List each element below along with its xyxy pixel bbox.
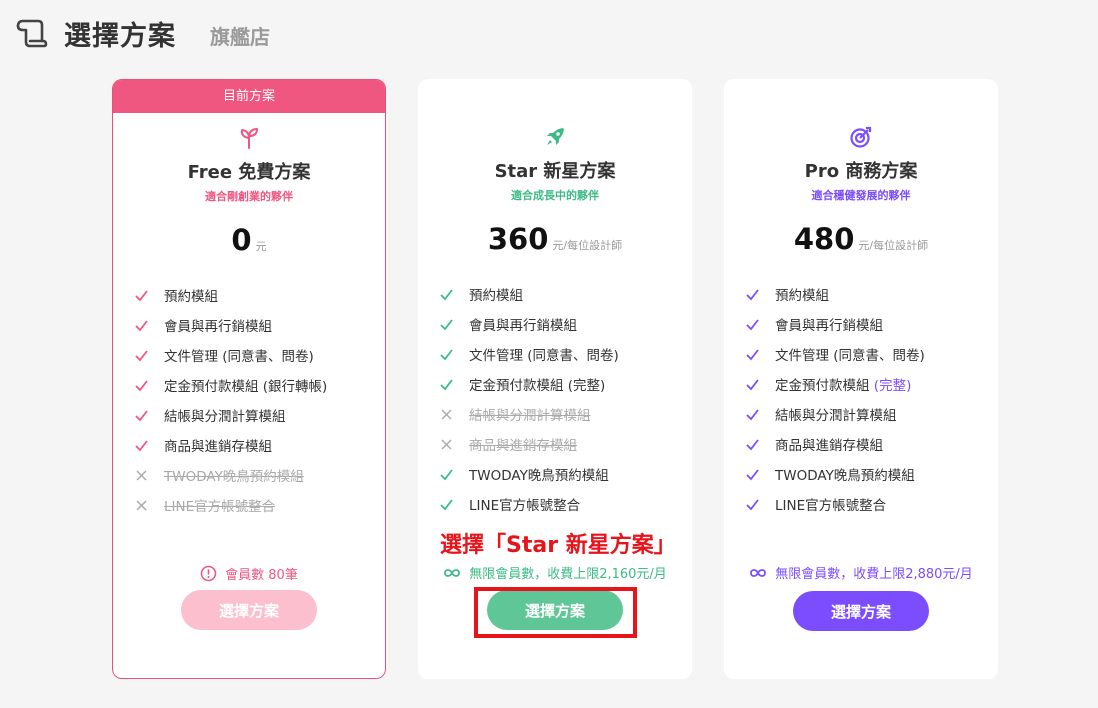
page-title: 選擇方案 <box>64 20 176 52</box>
price-value: 480 <box>793 222 855 256</box>
feature-list: 預約模組 會員與再行銷模組 文件管理 (同意書、問卷) 定金預付款模組 (完整)… <box>438 279 678 519</box>
select-plan-button-pro[interactable]: 選擇方案 <box>793 591 929 631</box>
feature-item: 商品與進銷存模組 <box>133 430 373 460</box>
plan-price: 0元 <box>113 223 385 257</box>
feature-item: 預約模組 <box>438 279 678 309</box>
plan-card-pro: Pro 商務方案 適合穩健發展的夥伴 480 元/每位設計師 預約模組 會員與再行… <box>724 79 998 679</box>
feature-item: TWODAY晚鳥預約模組 <box>744 459 984 489</box>
check-icon <box>135 439 148 451</box>
sprout-icon <box>240 128 258 149</box>
feature-item: TWODAY晚鳥預約模組 <box>438 459 678 489</box>
feature-item: 定金預付款模組 (完整) <box>744 369 984 399</box>
price-value: 0 <box>231 223 252 257</box>
annotation-highlight-box <box>474 587 637 638</box>
scroll-logo-icon <box>16 19 48 48</box>
plan-price: 480 元/每位設計師 <box>724 222 998 256</box>
feature-item-disabled: LINE官方帳號整合 <box>133 490 373 520</box>
price-value: 360 <box>487 222 549 256</box>
check-icon <box>746 378 759 390</box>
check-icon <box>135 409 148 421</box>
check-icon <box>135 349 148 361</box>
cross-icon <box>441 408 452 420</box>
feature-item: 定金預付款模組 (銀行轉帳) <box>133 370 373 400</box>
feature-item: 會員與再行銷模組 <box>133 310 373 340</box>
current-plan-banner: 目前方案 <box>113 80 385 113</box>
check-icon <box>135 319 148 331</box>
check-icon <box>746 288 759 300</box>
check-icon <box>440 498 453 510</box>
feature-item: LINE官方帳號整合 <box>744 489 984 519</box>
plan-name: Pro 商務方案 <box>804 161 918 182</box>
select-plan-button-free[interactable]: 選擇方案 <box>181 590 317 630</box>
store-name: 旗艦店 <box>210 24 270 49</box>
feature-item: 商品與進銷存模組 <box>744 429 984 459</box>
infinity-icon <box>750 568 767 577</box>
feature-item: 文件管理 (同意書、問卷) <box>744 339 984 369</box>
check-icon <box>135 379 148 391</box>
rocket-icon <box>547 128 564 145</box>
plan-name: Free 免費方案 <box>187 162 311 183</box>
quota-text: 無限會員數，收費上限2,880元/月 <box>775 567 973 582</box>
quota-text: 會員數 80筆 <box>225 568 298 583</box>
member-quota: 無限會員數，收費上限2,880元/月 <box>724 563 998 582</box>
check-icon <box>440 378 453 390</box>
feature-item: 結帳與分潤計算模組 <box>133 400 373 430</box>
check-icon <box>440 288 453 300</box>
cross-icon <box>136 469 147 481</box>
annotation-label: 選擇「Star 新星方案」 <box>440 533 676 558</box>
feature-item: 預約模組 <box>744 279 984 309</box>
plan-tagline: 適合剛創業的夥伴 <box>205 190 293 203</box>
price-unit: 元 <box>255 240 267 253</box>
feature-item: 定金預付款模組 (完整) <box>438 369 678 399</box>
check-icon <box>746 438 759 450</box>
feature-list: 預約模組 會員與再行銷模組 文件管理 (同意書、問卷) 定金預付款模組 (銀行轉… <box>133 280 373 520</box>
cross-icon <box>441 438 452 450</box>
feature-item: 預約模組 <box>133 280 373 310</box>
alert-circle-icon <box>200 565 217 582</box>
feature-highlight: (完整) <box>873 378 912 394</box>
check-icon <box>135 289 148 301</box>
member-quota: 會員數 80筆 <box>113 564 385 583</box>
cross-icon <box>136 499 147 511</box>
plan-price: 360 元/每位設計師 <box>418 222 692 256</box>
quota-text: 無限會員數，收費上限2,160元/月 <box>469 567 667 582</box>
plan-card-free: 目前方案 Free 免費方案 適合剛創業的夥伴 0元 預約模組 會員與再行銷模組… <box>112 79 386 679</box>
check-icon <box>746 498 759 510</box>
feature-item-disabled: 結帳與分潤計算模組 <box>438 399 678 429</box>
plan-name: Star 新星方案 <box>494 161 616 182</box>
feature-list: 預約模組 會員與再行銷模組 文件管理 (同意書、問卷) 定金預付款模組 (完整)… <box>744 279 984 519</box>
member-quota: 無限會員數，收費上限2,160元/月 <box>418 563 692 582</box>
infinity-icon <box>444 568 461 577</box>
check-icon <box>746 468 759 480</box>
price-unit: 元/每位設計師 <box>858 239 929 252</box>
check-icon <box>746 348 759 360</box>
page-header: 選擇方案 旗艦店 <box>14 14 270 52</box>
price-unit: 元/每位設計師 <box>552 239 623 252</box>
plan-tagline: 適合成長中的夥伴 <box>511 189 599 202</box>
check-icon <box>746 408 759 420</box>
target-icon <box>850 126 872 148</box>
check-icon <box>746 318 759 330</box>
check-icon <box>440 348 453 360</box>
feature-item-disabled: 商品與進銷存模組 <box>438 429 678 459</box>
plan-tagline: 適合穩健發展的夥伴 <box>811 189 911 202</box>
feature-item: 會員與再行銷模組 <box>744 309 984 339</box>
feature-item-disabled: TWODAY晚鳥預約模組 <box>133 460 373 490</box>
feature-item: LINE官方帳號整合 <box>438 489 678 519</box>
check-icon <box>440 318 453 330</box>
feature-item: 結帳與分潤計算模組 <box>744 399 984 429</box>
feature-item: 文件管理 (同意書、問卷) <box>133 340 373 370</box>
check-icon <box>440 468 453 480</box>
feature-item: 文件管理 (同意書、問卷) <box>438 339 678 369</box>
feature-item: 會員與再行銷模組 <box>438 309 678 339</box>
